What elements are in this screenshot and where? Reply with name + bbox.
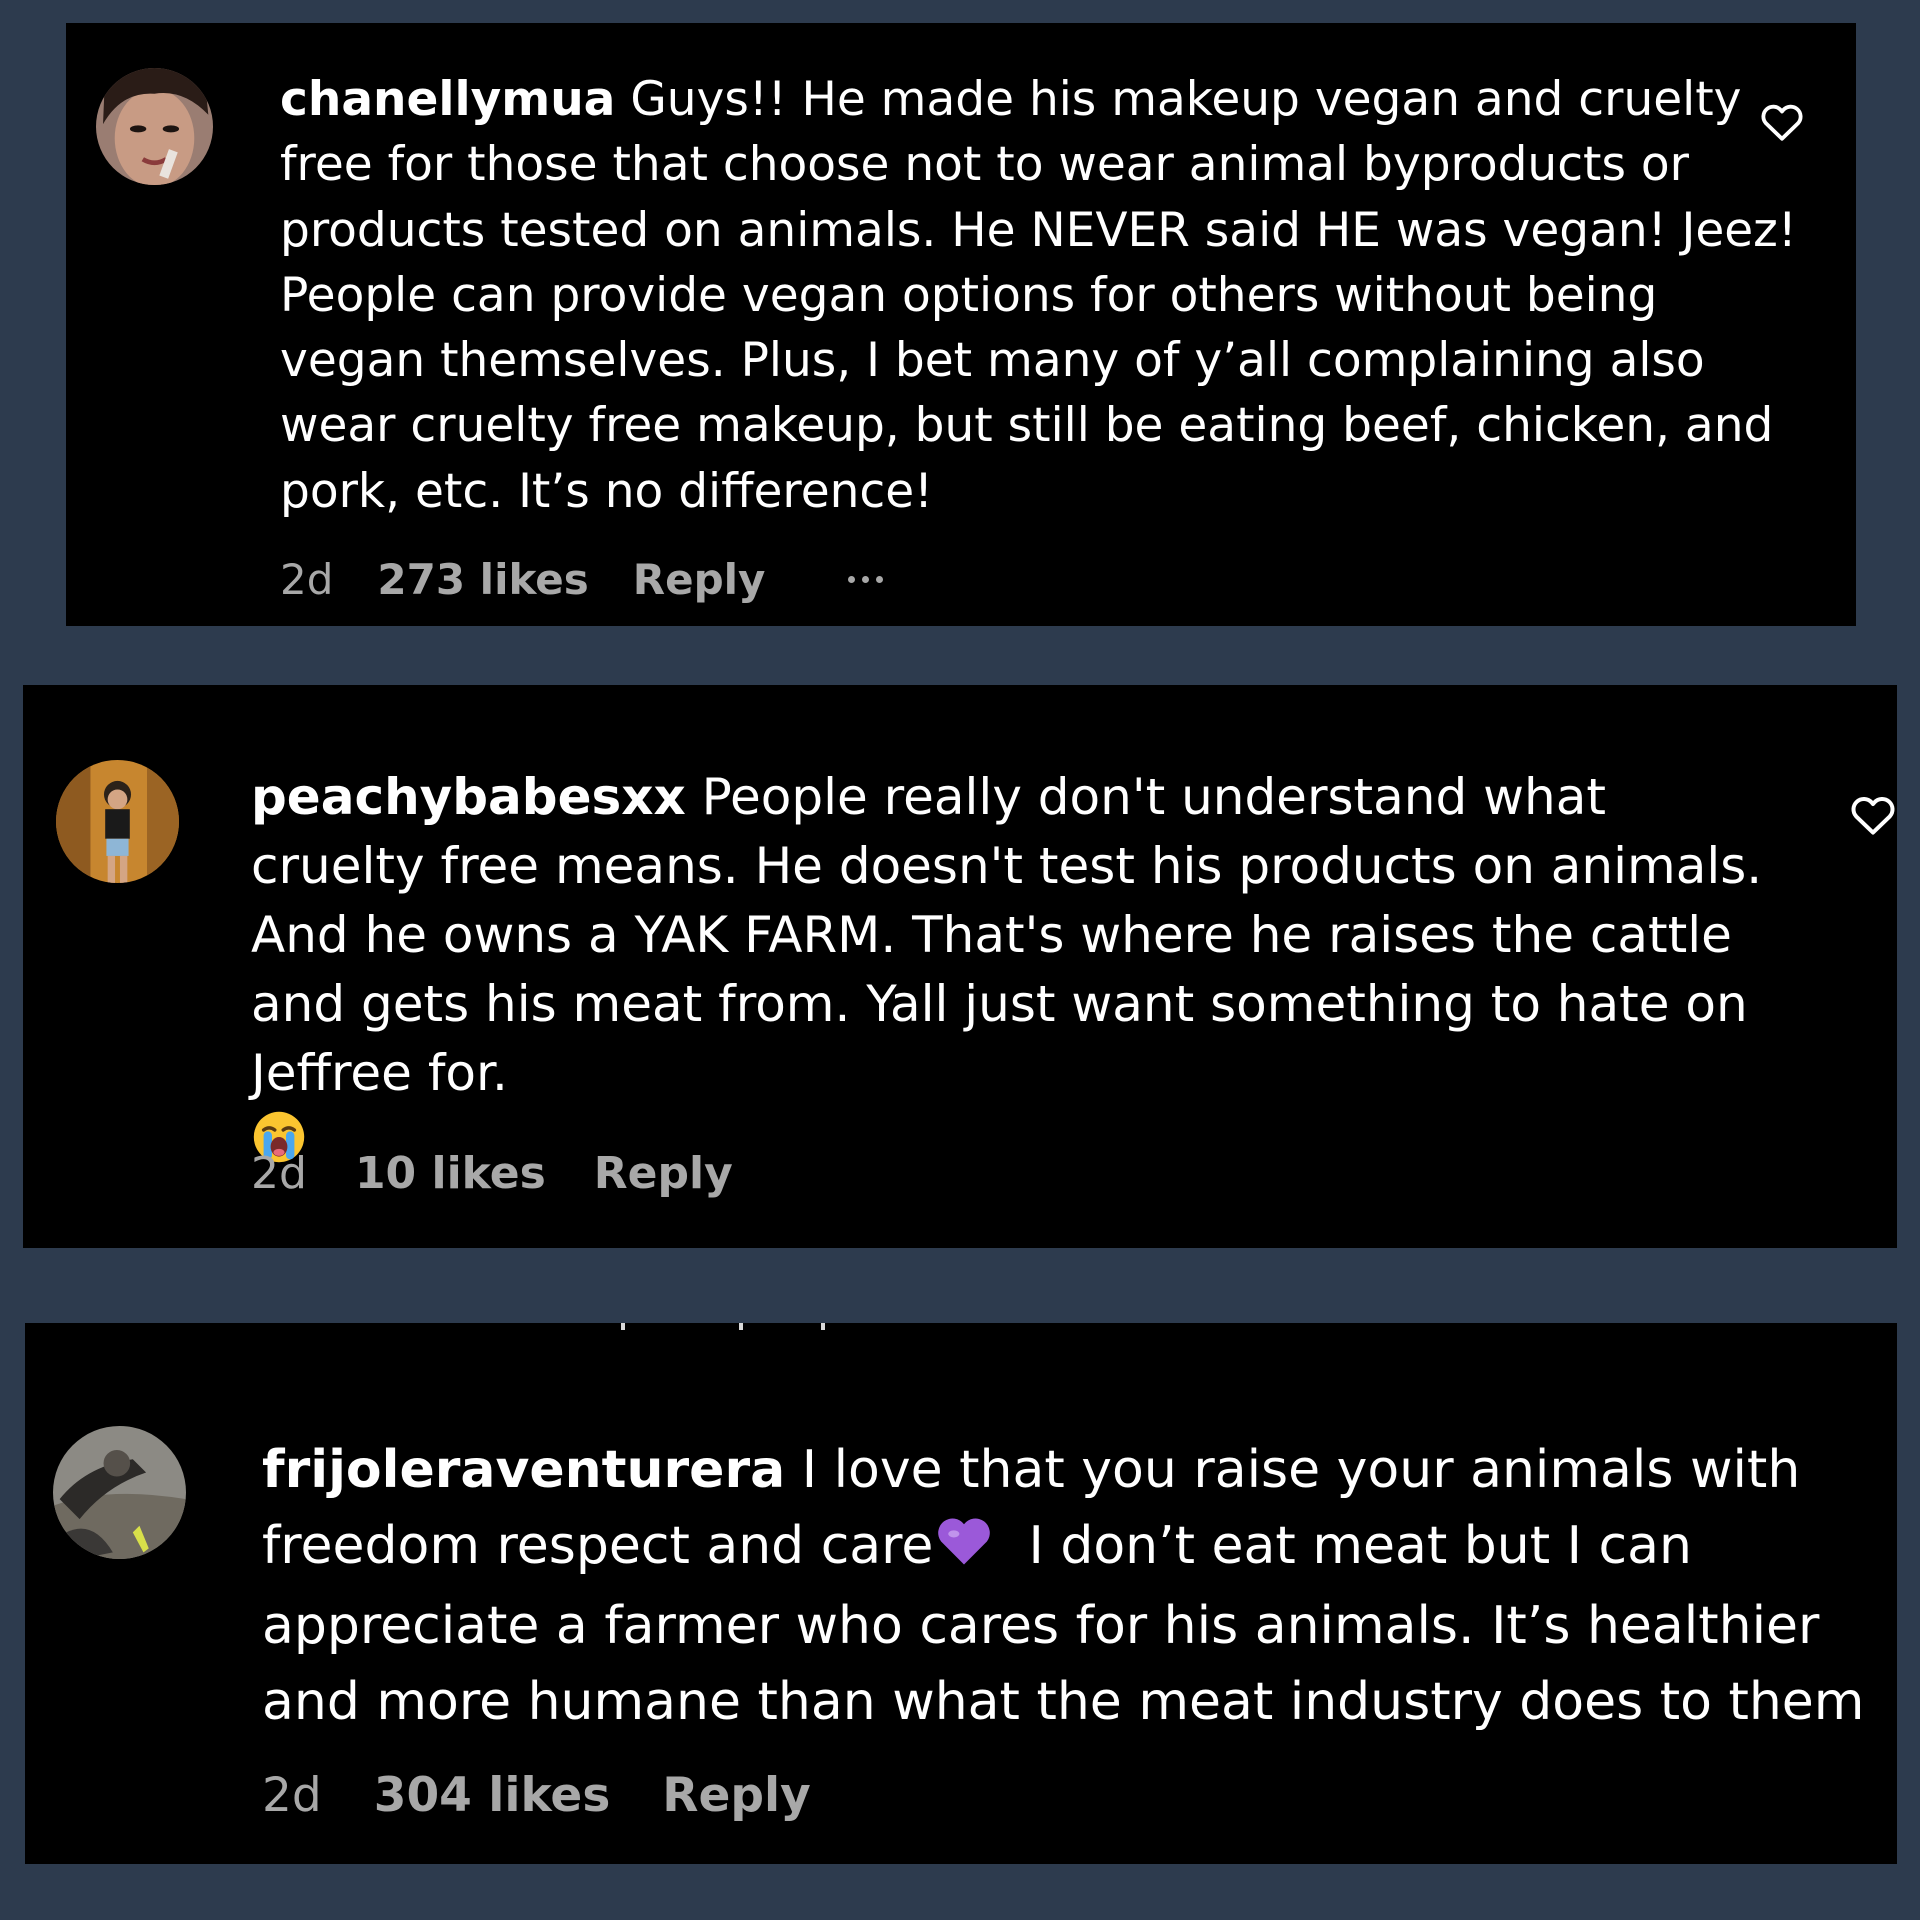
avatar[interactable]	[96, 68, 213, 185]
like-heart-icon[interactable]	[1849, 792, 1897, 836]
reply-button[interactable]: Reply	[633, 555, 766, 604]
comment-message: Guys!! He made his makeup vegan and crue…	[280, 72, 1797, 519]
avatar[interactable]	[56, 760, 179, 883]
reply-button[interactable]: Reply	[594, 1148, 733, 1199]
comment-meta: 2d 10 likes Reply	[251, 1143, 733, 1203]
comment-username[interactable]: peachybabesxx	[251, 768, 686, 826]
comment-card: frijoleraventurera I love that you raise…	[25, 1323, 1897, 1864]
comment-meta: 2d 304 likes Reply	[262, 1763, 811, 1827]
comment-body: chanellymua Guys!! He made his makeup ve…	[280, 67, 1800, 524]
comment-card: chanellymua Guys!! He made his makeup ve…	[66, 23, 1856, 626]
comment-text: frijoleraventurera I love that you raise…	[262, 1432, 1887, 1740]
comment-username[interactable]: chanellymua	[280, 72, 615, 127]
avatar-photo-icon	[96, 68, 213, 185]
avatar-photo-icon	[56, 760, 179, 883]
likes-count[interactable]: 304 likes	[374, 1768, 611, 1823]
comment-card: peachybabesxx People really don't unders…	[23, 685, 1897, 1248]
comment-body: peachybabesxx People really don't unders…	[251, 763, 1791, 1183]
purple-heart-emoji	[933, 1511, 995, 1588]
comment-text: chanellymua Guys!! He made his makeup ve…	[280, 67, 1800, 524]
comment-time: 2d	[280, 554, 334, 604]
comment-text: peachybabesxx People really don't unders…	[251, 763, 1791, 1183]
more-options-icon[interactable]	[848, 575, 884, 583]
avatar[interactable]	[53, 1426, 186, 1559]
like-heart-icon[interactable]	[1759, 100, 1805, 142]
comment-body: frijoleraventurera I love that you raise…	[262, 1432, 1887, 1740]
cropped-text-fragment	[621, 1323, 831, 1331]
comment-username[interactable]: frijoleraventurera	[262, 1440, 785, 1500]
reply-button[interactable]: Reply	[662, 1768, 810, 1823]
avatar-photo-icon	[53, 1426, 186, 1559]
likes-count[interactable]: 10 likes	[355, 1148, 546, 1199]
comment-meta: 2d 273 likes Reply	[280, 553, 884, 605]
likes-count[interactable]: 273 likes	[377, 555, 588, 604]
comment-time: 2d	[262, 1767, 322, 1823]
comment-time: 2d	[251, 1147, 307, 1199]
